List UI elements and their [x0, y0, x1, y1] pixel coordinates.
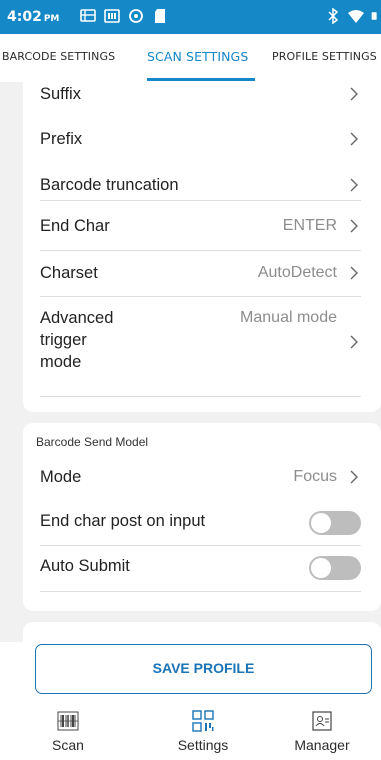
mode-value: Focus [293, 468, 337, 485]
time-text: 4:02 [7, 9, 42, 25]
divider [40, 396, 361, 397]
divider [40, 200, 361, 201]
barcode-icon [57, 711, 79, 731]
suffix-label: Suffix [40, 85, 81, 103]
divider [40, 545, 361, 546]
charset-label: Charset [40, 264, 98, 282]
chevron-right-icon [350, 178, 358, 192]
divider [40, 296, 361, 297]
tab-profile-settings[interactable]: PROFILE SETTINGS [272, 50, 377, 63]
chevron-right-icon [350, 219, 358, 233]
end-char-label: End Char [40, 217, 110, 235]
auto-submit-label: Auto Submit [40, 557, 130, 575]
scan-options-card: Suffix Prefix Barcode truncation End Cha… [23, 82, 381, 412]
barcode-truncation-row[interactable]: Barcode truncation [40, 176, 361, 206]
sim-card-icon [80, 9, 96, 22]
sync-icon [129, 9, 143, 23]
suffix-row[interactable]: Suffix [40, 85, 361, 115]
end-char-post-toggle[interactable] [309, 511, 361, 535]
chevron-right-icon [350, 266, 358, 280]
chevron-right-icon [350, 132, 358, 146]
prefix-row[interactable]: Prefix [40, 130, 361, 160]
nav-item-scan[interactable]: Scan [18, 701, 118, 760]
advanced-trigger-label-line3: mode [40, 353, 82, 371]
toggle-knob [311, 558, 331, 578]
tab-barcode-settings[interactable]: BARCODE SETTINGS [2, 50, 115, 63]
nav-label-settings: Settings [177, 737, 229, 753]
divider [40, 250, 361, 251]
section-title: Barcode Send Model [36, 435, 149, 449]
charset-value: AutoDetect [257, 264, 337, 281]
advanced-trigger-value: Manual mode [240, 309, 337, 326]
nav-label-manager: Manager [294, 737, 350, 753]
notification-icons [80, 8, 168, 24]
profile-card-icon [312, 711, 332, 731]
ampm-text: PM [43, 14, 60, 24]
wifi-icon [348, 10, 364, 23]
nav-label-scan: Scan [52, 737, 84, 753]
mode-row[interactable]: Mode Focus [40, 465, 361, 495]
chevron-right-icon [350, 87, 358, 101]
advanced-trigger-label-line2: trigger [40, 331, 87, 349]
auto-submit-row: Auto Submit [40, 554, 361, 584]
end-char-post-label: End char post on input [40, 512, 206, 530]
settings-tabs: BARCODE SETTINGS SCAN SETTINGS PROFILE S… [0, 34, 381, 82]
advanced-trigger-label-line1: Advanced [40, 309, 114, 327]
tab-scan-settings[interactable]: SCAN SETTINGS [147, 49, 248, 64]
barcode-send-model-card: Barcode Send Model Mode Focus End char p… [23, 423, 381, 611]
auto-submit-toggle[interactable] [309, 556, 361, 580]
end-char-row[interactable]: End Char ENTER [40, 214, 361, 244]
divider [40, 591, 361, 592]
battery-icon [371, 12, 377, 20]
active-tab-indicator [147, 78, 255, 81]
chevron-right-icon [350, 335, 358, 349]
prefix-label: Prefix [40, 130, 83, 148]
save-profile-button[interactable]: SAVE PROFILE [35, 644, 372, 694]
end-char-post-row: End char post on input [40, 509, 361, 539]
chevron-right-icon [350, 470, 358, 484]
sd-card-icon [155, 9, 165, 23]
system-icons [325, 8, 381, 24]
next-card-partial [23, 622, 381, 642]
status-bar: 4:02 PM [0, 0, 381, 34]
mode-label: Mode [40, 468, 82, 486]
charset-row[interactable]: Charset AutoDetect [40, 261, 361, 291]
toggle-knob [311, 513, 331, 533]
advanced-trigger-mode-row[interactable]: Advanced trigger mode Manual mode [40, 306, 361, 386]
bluetooth-icon [328, 8, 339, 24]
qr-code-icon [192, 710, 214, 732]
nav-item-manager[interactable]: Manager [272, 701, 372, 760]
status-time: 4:02 PM [7, 9, 59, 25]
scanner-status-icon [104, 9, 120, 23]
bottom-navigation: Scan Settings Manager [0, 701, 381, 760]
settings-content[interactable]: Suffix Prefix Barcode truncation End Cha… [0, 82, 381, 642]
end-char-value: ENTER [282, 217, 337, 234]
barcode-truncation-label: Barcode truncation [40, 176, 179, 194]
nav-item-settings[interactable]: Settings [153, 701, 253, 760]
